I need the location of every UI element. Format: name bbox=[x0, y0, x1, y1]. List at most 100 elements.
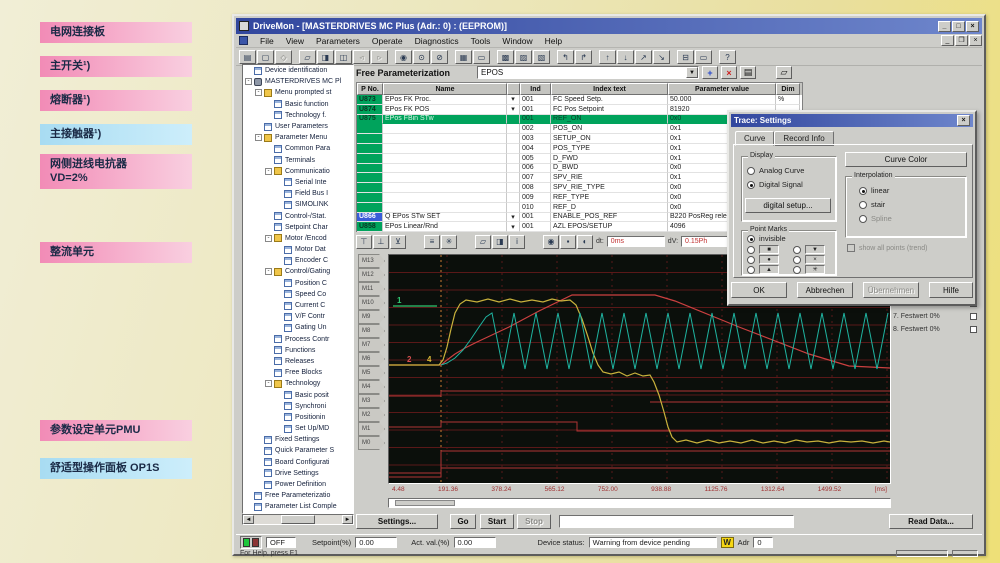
cell-pno[interactable] bbox=[357, 203, 383, 213]
cell-name[interactable] bbox=[383, 164, 507, 174]
cell-dropdown-icon[interactable] bbox=[507, 134, 520, 144]
trace-toolbar-button[interactable]: ▪ bbox=[560, 235, 576, 249]
trace-toolbar-button[interactable] bbox=[526, 235, 542, 249]
tree-item[interactable]: Control-/Stat. bbox=[243, 210, 353, 221]
chevron-down-icon[interactable]: ▼ bbox=[686, 67, 698, 78]
tree-item[interactable]: Quick Parameter S bbox=[243, 445, 353, 456]
cell-pno[interactable] bbox=[357, 173, 383, 183]
bit-tag[interactable]: M13 bbox=[358, 254, 385, 268]
digital-setup-button[interactable]: digital setup... bbox=[745, 198, 831, 213]
cancel-button[interactable]: Abbrechen bbox=[797, 282, 853, 298]
mdi-close-button[interactable]: × bbox=[969, 35, 982, 46]
trace-toolbar-button[interactable]: ◐ bbox=[577, 235, 593, 249]
cell-dropdown-icon[interactable] bbox=[507, 203, 520, 213]
tree-item[interactable]: - MASTERDRIVES MC Pl bbox=[243, 76, 353, 87]
tree-expand-icon[interactable]: - bbox=[265, 168, 272, 175]
cell-name[interactable] bbox=[383, 183, 507, 193]
cell-name[interactable] bbox=[383, 124, 507, 134]
bit-tag[interactable]: M9 bbox=[358, 310, 385, 324]
toolbar-button[interactable]: ↑ bbox=[599, 50, 616, 64]
setpoint-field[interactable]: 0.00 bbox=[355, 537, 397, 548]
cell-name[interactable]: EPos FK Proc. bbox=[383, 95, 507, 105]
menu-item[interactable]: View bbox=[280, 35, 310, 47]
toolbar-button[interactable] bbox=[293, 50, 298, 64]
cell-pno[interactable]: U858 bbox=[357, 222, 383, 232]
cell-pno[interactable]: U875 bbox=[357, 115, 383, 125]
radio-mark[interactable]: × bbox=[793, 255, 833, 264]
tree-item[interactable]: Speed Co bbox=[243, 289, 353, 300]
toolbar-button[interactable]: ⊙ bbox=[413, 50, 430, 64]
tree-item[interactable]: Encoder C bbox=[243, 255, 353, 266]
tree-item[interactable]: Device identification bbox=[243, 65, 353, 76]
tree-item[interactable]: SIMOLINK bbox=[243, 199, 353, 210]
toolbar-button[interactable]: ↘ bbox=[653, 50, 670, 64]
radio-mark[interactable]: ■ bbox=[747, 245, 787, 254]
toolbar-button[interactable]: ▦ bbox=[455, 50, 472, 64]
toolbar-button[interactable]: ▢ bbox=[257, 50, 274, 64]
toolbar-button[interactable]: ↗ bbox=[635, 50, 652, 64]
legend-item[interactable]: 8. Festwert 0% bbox=[893, 323, 977, 336]
toolbar-button[interactable]: ◫ bbox=[335, 50, 352, 64]
cell-name[interactable] bbox=[383, 203, 507, 213]
tree-item[interactable]: - Control/Gating bbox=[243, 266, 353, 277]
actval-field[interactable]: 0.00 bbox=[454, 537, 496, 548]
adr-field[interactable]: 0 bbox=[753, 537, 773, 548]
trace-toolbar-button[interactable]: ≡ bbox=[424, 235, 440, 249]
col-pno[interactable]: P No. bbox=[357, 83, 383, 95]
scroll-thumb[interactable] bbox=[281, 515, 315, 524]
tree-item[interactable]: Position C bbox=[243, 278, 353, 289]
scroll-left-icon[interactable]: ◄ bbox=[243, 515, 254, 524]
trace-toolbar-button[interactable]: i bbox=[509, 235, 525, 249]
tree-item[interactable]: Set Up/MD bbox=[243, 423, 353, 434]
cell-pno[interactable] bbox=[357, 183, 383, 193]
bit-tag[interactable]: M10 bbox=[358, 296, 385, 310]
maximize-button[interactable]: □ bbox=[952, 21, 965, 32]
trace-h-scrollbar[interactable] bbox=[388, 498, 891, 508]
radio-invisible[interactable]: invisible bbox=[747, 234, 786, 243]
toolbar-button[interactable]: ▧ bbox=[533, 50, 550, 64]
tree-item[interactable]: Process Contr bbox=[243, 334, 353, 345]
radio-spline[interactable]: Spline bbox=[859, 214, 892, 223]
cell-name[interactable] bbox=[383, 134, 507, 144]
toolbar-button[interactable] bbox=[449, 50, 454, 64]
radio-analog-curve[interactable]: Analog Curve bbox=[747, 166, 804, 175]
parameter-set-combo[interactable]: EPOS ▼ bbox=[477, 66, 699, 79]
tree-h-scrollbar[interactable]: ◄ ► bbox=[242, 514, 354, 525]
cell-dropdown-icon[interactable]: ▾ bbox=[507, 222, 520, 232]
toolbar-button[interactable]: ◨ bbox=[317, 50, 334, 64]
apply-button[interactable]: Übernehmen bbox=[863, 282, 919, 298]
tree-item[interactable]: Functions bbox=[243, 345, 353, 356]
toolbar-button[interactable]: ◃ bbox=[353, 50, 370, 64]
toolbar-button[interactable] bbox=[551, 50, 556, 64]
tree-item[interactable]: Field Bus I bbox=[243, 188, 353, 199]
stop-button[interactable]: Stop bbox=[517, 514, 551, 529]
help-button[interactable]: Hilfe bbox=[929, 282, 973, 298]
tree-item[interactable]: Free Blocks bbox=[243, 367, 353, 378]
tree-item[interactable]: Setpoint Char bbox=[243, 222, 353, 233]
trace-toolbar-button[interactable] bbox=[407, 235, 423, 249]
tree-item[interactable]: Serial Inte bbox=[243, 177, 353, 188]
tree-item[interactable]: Basic posit bbox=[243, 389, 353, 400]
cell-dropdown-icon[interactable] bbox=[507, 115, 520, 125]
toolbar-button[interactable]: ↓ bbox=[617, 50, 634, 64]
tree-item[interactable]: - Menu prompted st bbox=[243, 87, 353, 98]
cell-pno[interactable] bbox=[357, 144, 383, 154]
bit-tag[interactable]: M3 bbox=[358, 394, 385, 408]
cell-name[interactable] bbox=[383, 193, 507, 203]
open-set-button[interactable]: ▱ bbox=[776, 66, 792, 79]
radio-mark[interactable]: ● bbox=[747, 255, 787, 264]
legend-checkbox[interactable] bbox=[970, 313, 977, 320]
tree-expand-icon[interactable]: - bbox=[265, 268, 272, 275]
cell-pno[interactable] bbox=[357, 193, 383, 203]
toolbar-button[interactable]: ▱ bbox=[299, 50, 316, 64]
cell-dropdown-icon[interactable]: ▾ bbox=[507, 95, 520, 105]
bit-tag[interactable]: M1 bbox=[358, 422, 385, 436]
tree-expand-icon[interactable]: - bbox=[265, 235, 272, 242]
tree-expand-icon[interactable]: - bbox=[245, 78, 252, 85]
trace-toolbar-button[interactable]: ◨ bbox=[492, 235, 508, 249]
cell-dropdown-icon[interactable] bbox=[507, 124, 520, 134]
bit-tag[interactable]: M5 bbox=[358, 366, 385, 380]
bit-tag[interactable]: M2 bbox=[358, 408, 385, 422]
toolbar-button[interactable] bbox=[713, 50, 718, 64]
tree-item[interactable]: - Parameter Menu bbox=[243, 132, 353, 143]
